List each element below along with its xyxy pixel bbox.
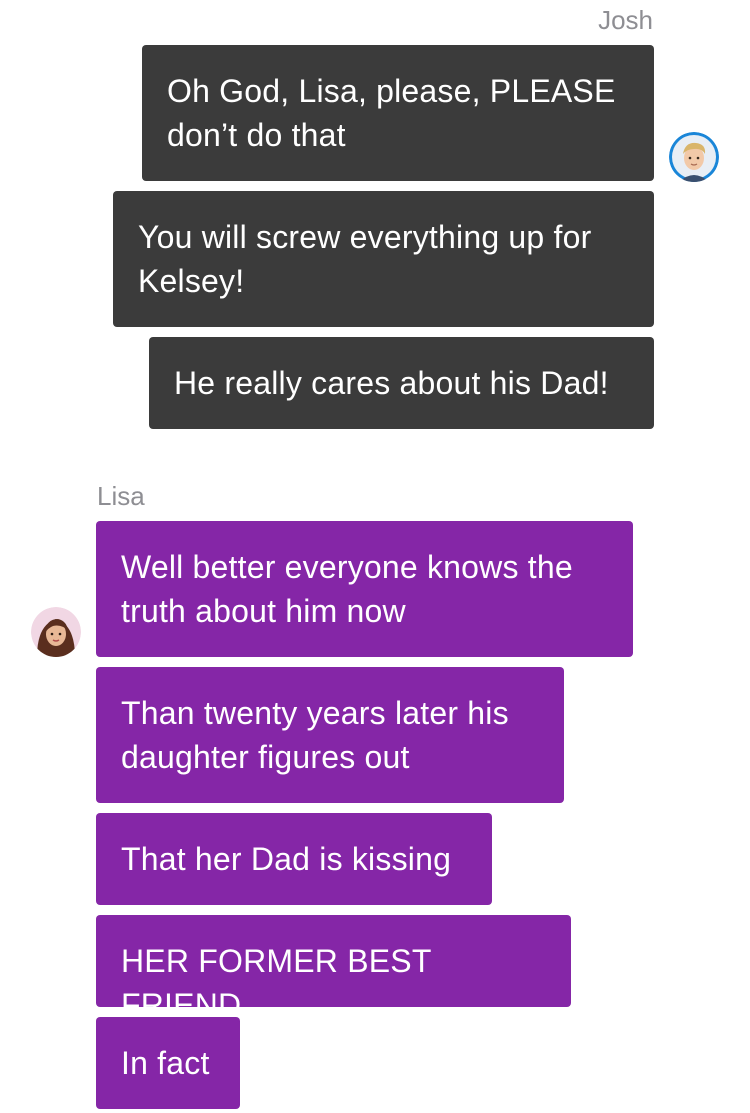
message-bubble[interactable]: That her Dad is kissing [96,813,492,905]
sender-name-josh: Josh [598,5,653,35]
josh-avatar-icon[interactable] [669,132,719,182]
message-bubble[interactable]: You will screw everything up for Kelsey! [113,191,654,327]
message-bubble[interactable]: He really cares about his Dad! [149,337,654,429]
lisa-avatar-icon[interactable] [31,607,81,657]
message-bubble[interactable]: HER FORMER BEST FRIEND [96,915,571,1023]
message-bubble[interactable]: Well better everyone knows the truth abo… [96,521,633,657]
message-bubble[interactable]: Oh God, Lisa, please, PLEASE don’t do th… [142,45,654,181]
message-bubble[interactable]: Than twenty years later his daughter fig… [96,667,564,803]
message-bubble[interactable]: In fact [96,1017,240,1109]
sender-name-lisa: Lisa [97,481,145,511]
